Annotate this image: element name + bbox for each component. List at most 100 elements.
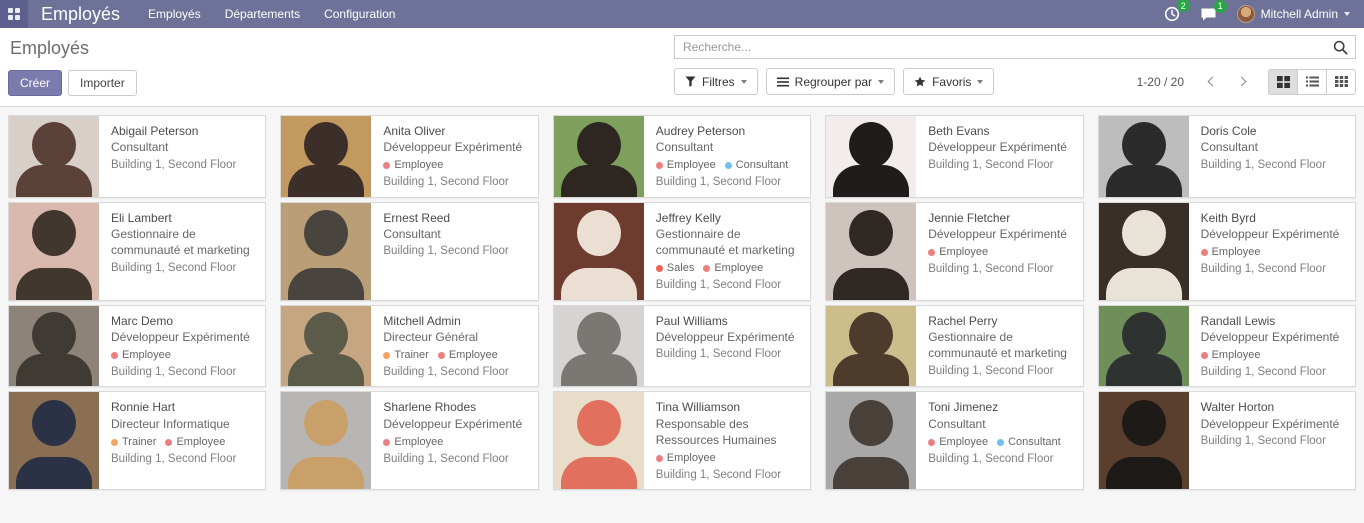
employee-card[interactable]: Keith Byrd Développeur Expérimenté Emplo… [1098,202,1356,301]
portrait-silhouette [833,165,909,197]
employee-tag: Employee [928,435,988,450]
messages-menu-button[interactable]: 1 [1200,7,1217,22]
employee-location: Building 1, Second Floor [928,364,1072,380]
employee-card[interactable]: Paul Williams Développeur Expérimenté Bu… [553,305,811,388]
employee-photo [1099,116,1189,197]
employee-tags: Employee [928,245,1072,260]
portrait-silhouette [561,354,637,386]
employee-location: Building 1, Second Floor [383,175,527,191]
favorites-button[interactable]: Favoris [903,68,994,95]
chevron-down-icon [1344,12,1350,16]
page-title: Employés [10,38,660,59]
employee-location: Building 1, Second Floor [383,452,527,468]
employee-name: Randall Lewis [1201,313,1345,329]
portrait-silhouette [577,210,621,256]
list-view-button[interactable] [1297,69,1327,95]
employee-tag: Consultant [725,158,789,173]
employee-name: Marc Demo [111,313,255,329]
employee-job: Consultant [111,139,255,155]
employee-job: Consultant [928,416,1072,432]
pager-previous-button[interactable] [1201,71,1223,93]
employee-card[interactable]: Eli Lambert Gestionnaire de communauté e… [8,202,266,301]
employee-card[interactable]: Ernest Reed Consultant Building 1, Secon… [280,202,538,301]
portrait-silhouette [1122,122,1166,168]
filter-funnel-icon [685,76,696,87]
tag-color-dot [703,265,710,272]
employee-card[interactable]: Tina Williamson Responsable des Ressourc… [553,391,811,490]
employee-job: Directeur Informatique [111,416,255,432]
employee-card-body: Mitchell Admin Directeur Général Trainer… [371,306,537,387]
menu-item-configuration[interactable]: Configuration [324,7,395,21]
employee-card[interactable]: Marc Demo Développeur Expérimenté Employ… [8,305,266,388]
employee-tags: Employee [656,451,800,466]
search-input[interactable] [675,40,1326,54]
tag-color-dot [725,162,732,169]
tag-label: Employee [939,245,988,260]
employee-card[interactable]: Toni Jimenez Consultant EmployeeConsulta… [825,391,1083,490]
employee-card-body: Tina Williamson Responsable des Ressourc… [644,392,810,489]
kanban-view-button[interactable] [1268,69,1298,95]
employee-name: Eli Lambert [111,210,255,226]
portrait-silhouette [288,457,364,489]
employee-grid: Abigail Peterson Consultant Building 1, … [8,115,1356,490]
employee-card[interactable]: Mitchell Admin Directeur Général Trainer… [280,305,538,388]
employee-card[interactable]: Rachel Perry Gestionnaire de communauté … [825,305,1083,388]
portrait-silhouette [561,457,637,489]
activity-menu-button[interactable]: 2 [1164,6,1180,22]
employee-card[interactable]: Beth Evans Développeur Expérimenté Build… [825,115,1083,198]
employee-location: Building 1, Second Floor [928,262,1072,278]
employee-card-body: Randall Lewis Développeur Expérimenté Em… [1189,306,1355,387]
portrait-silhouette [561,165,637,197]
employee-card[interactable]: Doris Cole Consultant Building 1, Second… [1098,115,1356,198]
group-by-button[interactable]: Regrouper par [766,68,895,95]
tag-label: Employee [939,435,988,450]
pager-range: 1-20 / 20 [1137,75,1184,89]
portrait-silhouette [1106,268,1182,300]
apps-menu-button[interactable] [0,0,28,28]
tag-color-dot [438,352,445,359]
tag-label: Employee [394,435,443,450]
app-brand-title[interactable]: Employés [41,4,120,25]
employee-location: Building 1, Second Floor [383,244,527,260]
employee-card[interactable]: Anita Oliver Développeur Expérimenté Emp… [280,115,538,198]
chevron-right-icon [1237,76,1247,86]
employee-card[interactable]: Abigail Peterson Consultant Building 1, … [8,115,266,198]
employee-job: Développeur Expérimenté [928,226,1072,242]
employee-photo [826,306,916,387]
employee-job: Développeur Expérimenté [1201,226,1345,242]
portrait-silhouette [1122,210,1166,256]
employee-card[interactable]: Jeffrey Kelly Gestionnaire de communauté… [553,202,811,301]
portrait-silhouette [1106,457,1182,489]
portrait-silhouette [849,122,893,168]
employee-card[interactable]: Jennie Fletcher Développeur Expérimenté … [825,202,1083,301]
portrait-silhouette [849,400,893,446]
tag-label: Employee [667,158,716,173]
portrait-silhouette [1122,312,1166,358]
employee-job: Développeur Expérimenté [656,329,800,345]
tag-color-dot [111,352,118,359]
user-menu-button[interactable]: Mitchell Admin [1237,5,1350,23]
employee-tag: Consultant [997,435,1061,450]
employee-card-body: Abigail Peterson Consultant Building 1, … [99,116,265,197]
employee-tag: Employee [656,451,716,466]
employee-card[interactable]: Randall Lewis Développeur Expérimenté Em… [1098,305,1356,388]
employee-photo [826,392,916,489]
employee-card[interactable]: Audrey Peterson Consultant EmployeeConsu… [553,115,811,198]
employee-tags: Employee Consultant [928,435,1072,450]
import-button[interactable]: Importer [68,70,137,96]
employee-photo [9,392,99,489]
menu-item-departements[interactable]: Départements [225,7,300,21]
pager-next-button[interactable] [1230,71,1252,93]
employee-card[interactable]: Sharlene Rhodes Développeur Expérimenté … [280,391,538,490]
filters-button[interactable]: Filtres [674,68,758,95]
search-button[interactable] [1326,40,1355,55]
employee-photo [9,306,99,387]
create-button[interactable]: Créer [8,70,62,96]
menu-item-employes[interactable]: Employés [148,7,201,21]
employee-card[interactable]: Walter Horton Développeur Expérimenté Bu… [1098,391,1356,490]
activity-view-button[interactable] [1326,69,1356,95]
portrait-silhouette [16,354,92,386]
employee-location: Building 1, Second Floor [1201,434,1345,450]
employee-location: Building 1, Second Floor [111,158,255,174]
employee-card[interactable]: Ronnie Hart Directeur Informatique Train… [8,391,266,490]
